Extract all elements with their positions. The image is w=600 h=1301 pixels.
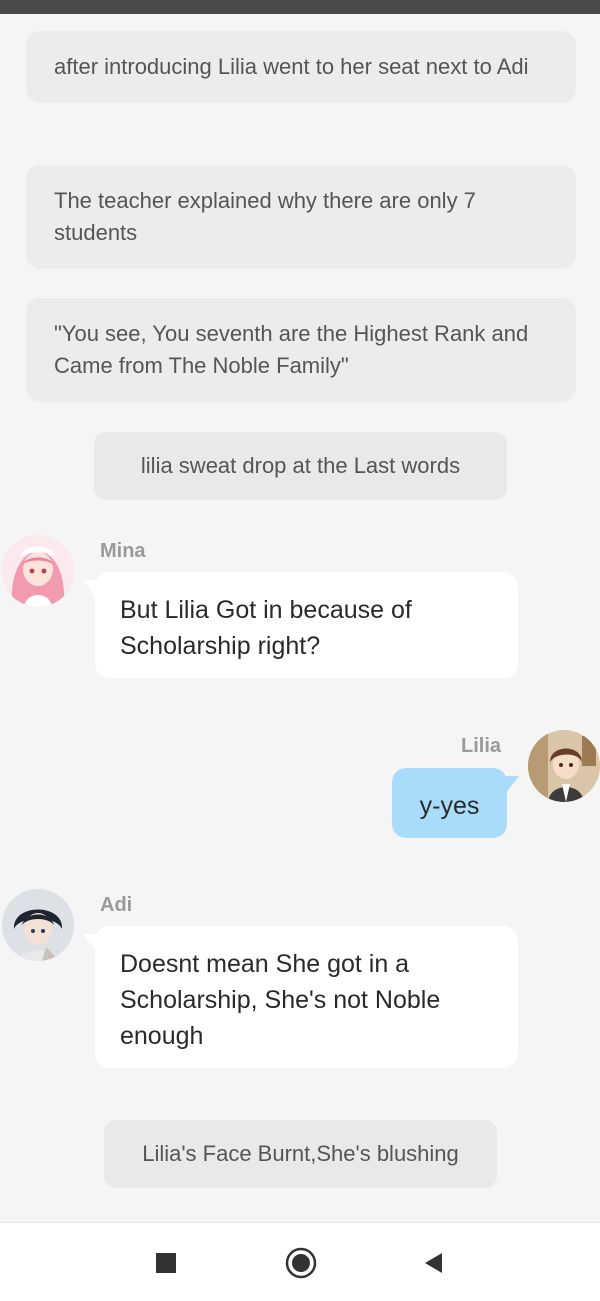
narration-note: lilia sweat drop at the Last words xyxy=(94,432,507,500)
recents-button[interactable] xyxy=(144,1241,188,1285)
narration-text: The teacher explained why there are only… xyxy=(54,188,476,245)
system-navigation-bar xyxy=(0,1222,600,1301)
message-bubble-lilia[interactable]: y-yes xyxy=(392,768,519,838)
status-bar xyxy=(0,0,600,14)
home-circle-icon xyxy=(285,1247,317,1279)
avatar-lilia[interactable] xyxy=(528,730,600,802)
narration-card: after introducing Lilia went to her seat… xyxy=(26,31,576,103)
speaker-name-mina: Mina xyxy=(100,540,146,562)
message-text: y-yes xyxy=(419,792,480,820)
mina-portrait-icon xyxy=(2,535,74,607)
narration-text: after introducing Lilia went to her seat… xyxy=(54,54,529,79)
chat-story-screen: after introducing Lilia went to her seat… xyxy=(0,0,600,1301)
narration-card: "You see, You seventh are the Highest Ra… xyxy=(26,298,576,402)
message-bubble-mina[interactable]: But Lilia Got in because of Scholarship … xyxy=(83,572,518,678)
avatar-mina[interactable] xyxy=(2,535,74,607)
narration-note: Lilia's Face Burnt,She's blushing xyxy=(104,1120,497,1188)
speaker-name-adi: Adi xyxy=(100,894,133,916)
note-text: Lilia's Face Burnt,She's blushing xyxy=(142,1141,459,1166)
note-text: lilia sweat drop at the Last words xyxy=(140,453,461,478)
stop-square-icon xyxy=(156,1253,176,1273)
message-bubble-adi[interactable]: Doesnt mean She got in a Scholarship, Sh… xyxy=(83,926,518,1068)
speaker-name-lilia: Lilia xyxy=(461,735,502,757)
avatar-adi[interactable] xyxy=(2,889,74,961)
back-button[interactable] xyxy=(412,1241,456,1285)
lilia-portrait-icon xyxy=(528,730,600,802)
back-triangle-icon xyxy=(425,1253,442,1273)
message-text: But Lilia Got in because of Scholarship … xyxy=(120,596,412,660)
message-text: Doesnt mean She got in a Scholarship, Sh… xyxy=(120,950,441,1050)
narration-text: "You see, You seventh are the Highest Ra… xyxy=(54,321,529,378)
adi-portrait-icon xyxy=(2,889,74,961)
home-button[interactable] xyxy=(279,1241,323,1285)
narration-card: The teacher explained why there are only… xyxy=(26,165,576,269)
